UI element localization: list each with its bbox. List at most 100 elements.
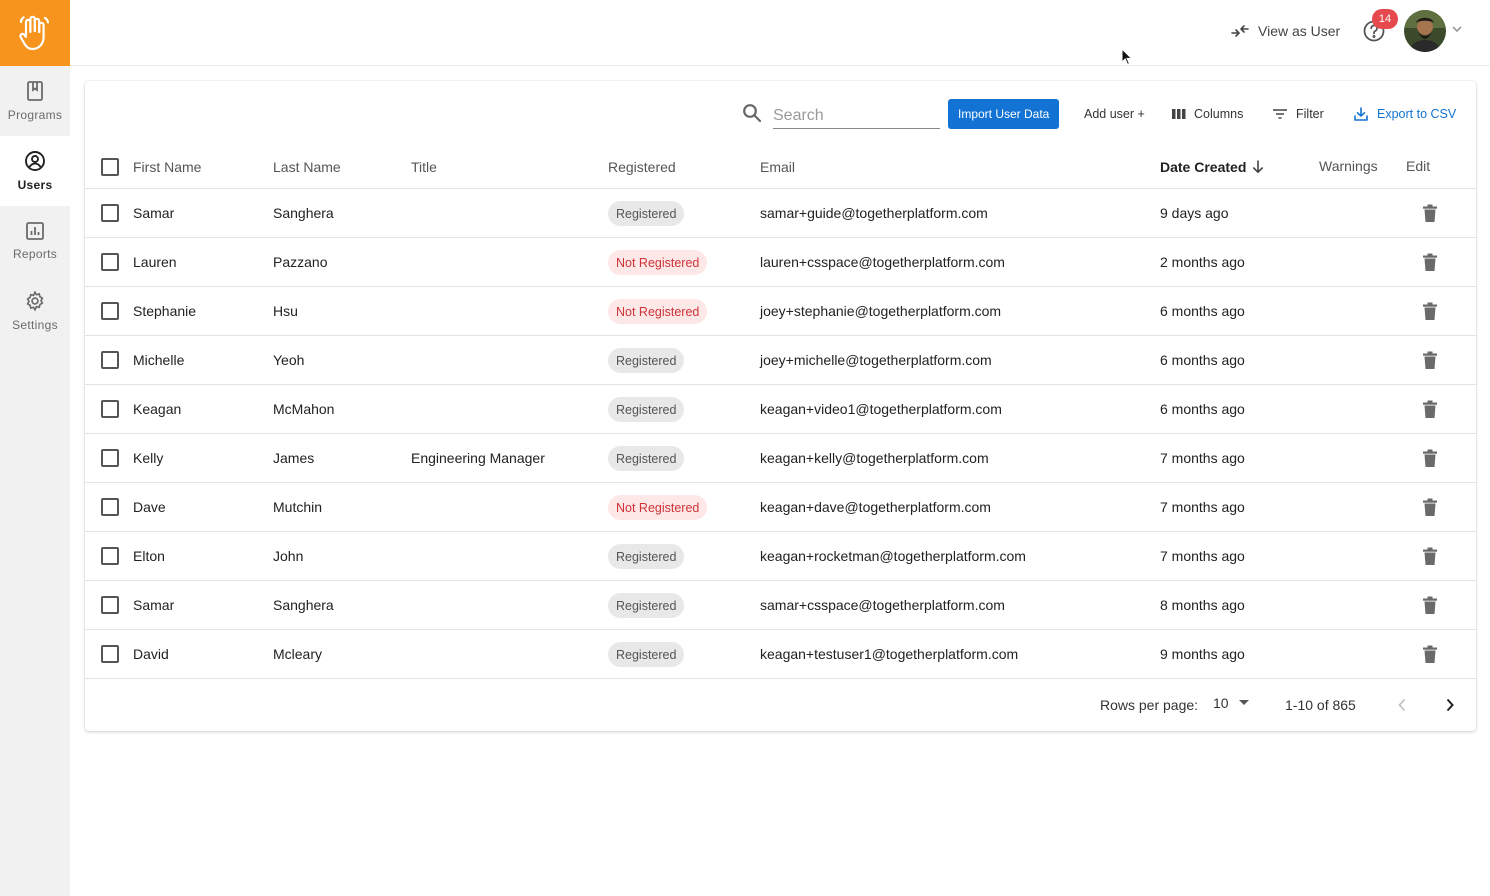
cell-email: keagan+rocketman@togetherplatform.com (760, 548, 1026, 564)
table-header: First Name Last Name Title Registered Em… (85, 143, 1476, 189)
columns-button[interactable]: Columns (1172, 99, 1243, 129)
status-badge: Registered (608, 593, 685, 618)
chevron-down-icon[interactable] (1450, 22, 1464, 36)
sidebar-item-programs[interactable]: Programs (0, 66, 70, 136)
trash-icon[interactable] (1422, 351, 1438, 370)
notification-badge: 14 (1372, 9, 1398, 29)
cell-email: joey+stephanie@togetherplatform.com (760, 303, 1002, 319)
chevron-right-icon (1446, 698, 1454, 712)
cell-first-name: Keagan (133, 401, 182, 417)
trash-icon[interactable] (1422, 204, 1438, 223)
search-input[interactable] (773, 99, 940, 129)
trash-icon[interactable] (1422, 596, 1438, 615)
trash-icon[interactable] (1422, 400, 1438, 419)
next-page-button[interactable] (1438, 693, 1462, 717)
cell-date-created: 7 months ago (1160, 499, 1245, 515)
row-checkbox[interactable] (101, 645, 119, 663)
column-date-created[interactable]: Date Created (1160, 159, 1264, 175)
cell-last-name: Mutchin (273, 499, 323, 515)
column-registered[interactable]: Registered (608, 159, 676, 175)
table-row[interactable]: Samar Sanghera Registered samar+csspace@tog… (85, 581, 1476, 630)
trash-icon[interactable] (1422, 645, 1438, 664)
cell-date-created: 7 months ago (1160, 450, 1245, 466)
cell-last-name: Yeoh (273, 352, 305, 368)
table-row[interactable]: Lauren Pazzano Not Registered lauren+csspac… (85, 238, 1476, 287)
cell-last-name: John (273, 548, 304, 564)
cell-date-created: 6 months ago (1160, 352, 1245, 368)
status-badge: Registered (608, 446, 685, 471)
gear-icon (26, 290, 44, 312)
bookmark-icon (27, 81, 43, 101)
cell-email: keagan+dave@togetherplatform.com (760, 499, 991, 515)
cell-date-created: 9 months ago (1160, 646, 1245, 662)
sidebar-item-label: Settings (12, 318, 58, 332)
cell-date-created: 6 months ago (1160, 303, 1245, 319)
cell-date-created: 8 months ago (1160, 597, 1245, 613)
user-circle-icon (25, 151, 45, 171)
sidebar-item-reports[interactable]: Reports (0, 206, 70, 276)
table-row[interactable]: David Mcleary Registered keagan+testuser1@t… (85, 630, 1476, 679)
cell-date-created: 7 months ago (1160, 548, 1245, 564)
rows-per-page-value: 10 (1213, 695, 1229, 711)
status-badge: Registered (608, 201, 685, 226)
avatar[interactable] (1404, 10, 1446, 52)
sidebar-item-users[interactable]: Users (0, 136, 70, 206)
cell-first-name: Lauren (133, 254, 177, 270)
column-email[interactable]: Email (760, 159, 795, 175)
users-table-card: Import User Data Add user + Columns Filt… (85, 81, 1476, 731)
mouse-cursor-icon (1121, 48, 1133, 66)
row-checkbox[interactable] (101, 204, 119, 222)
status-badge: Registered (608, 544, 685, 569)
row-checkbox[interactable] (101, 498, 119, 516)
arrow-down-icon (1253, 160, 1264, 173)
trash-icon[interactable] (1422, 253, 1438, 272)
trash-icon[interactable] (1422, 547, 1438, 566)
top-header: View as User 14 (70, 0, 1490, 66)
table-row[interactable]: Keagan McMahon Registered keagan+video1@tog… (85, 385, 1476, 434)
view-as-user-button[interactable]: View as User (1230, 20, 1340, 42)
column-last-name[interactable]: Last Name (273, 159, 341, 175)
cell-date-created: 9 days ago (1160, 205, 1229, 221)
column-title[interactable]: Title (411, 159, 437, 175)
table-row[interactable]: Michelle Yeoh Registered joey+michelle@toge… (85, 336, 1476, 385)
select-all-checkbox[interactable] (101, 158, 119, 176)
table-row[interactable]: Samar Sanghera Registered samar+guide@toget… (85, 189, 1476, 238)
row-checkbox[interactable] (101, 302, 119, 320)
trash-icon[interactable] (1422, 449, 1438, 468)
export-csv-button[interactable]: Export to CSV (1353, 99, 1456, 129)
add-user-button[interactable]: Add user + (1084, 99, 1145, 129)
cell-email: keagan+testuser1@togetherplatform.com (760, 646, 1019, 662)
row-checkbox[interactable] (101, 449, 119, 467)
row-checkbox[interactable] (101, 547, 119, 565)
previous-page-button[interactable] (1390, 693, 1414, 717)
view-as-user-label: View as User (1258, 23, 1341, 39)
swap-arrows-icon (1231, 25, 1249, 37)
row-checkbox[interactable] (101, 400, 119, 418)
cell-last-name: Pazzano (273, 254, 328, 270)
table-row[interactable]: Stephanie Hsu Not Registered joey+stephanie… (85, 287, 1476, 336)
cell-last-name: Sanghera (273, 205, 334, 221)
trash-icon[interactable] (1422, 302, 1438, 321)
filter-button[interactable]: Filter (1272, 99, 1324, 129)
column-date-created-label: Date Created (1160, 159, 1247, 175)
trash-icon[interactable] (1422, 498, 1438, 517)
sidebar-item-label: Programs (7, 108, 63, 122)
column-first-name[interactable]: First Name (133, 159, 201, 175)
bar-chart-icon (26, 222, 44, 240)
filter-label: Filter (1296, 107, 1324, 121)
row-checkbox[interactable] (101, 351, 119, 369)
columns-label: Columns (1194, 107, 1244, 121)
row-checkbox[interactable] (101, 253, 119, 271)
table-row[interactable]: Dave Mutchin Not Registered keagan+dave@tog… (85, 483, 1476, 532)
rows-per-page-select[interactable]: 10 (1213, 695, 1249, 711)
cell-first-name: Stephanie (133, 303, 197, 319)
row-checkbox[interactable] (101, 596, 119, 614)
status-badge: Not Registered (608, 250, 708, 275)
table-row[interactable]: Kelly James Engineering Manager Registered k… (85, 434, 1476, 483)
cell-first-name: Samar (133, 205, 175, 221)
sidebar-item-settings[interactable]: Settings (0, 276, 70, 346)
import-user-data-button[interactable]: Import User Data (948, 99, 1060, 129)
hand-logo[interactable] (0, 0, 70, 66)
table-row[interactable]: Elton John Registered keagan+rocketman@toge… (85, 532, 1476, 581)
table-toolbar: Import User Data Add user + Columns Filt… (85, 81, 1476, 147)
